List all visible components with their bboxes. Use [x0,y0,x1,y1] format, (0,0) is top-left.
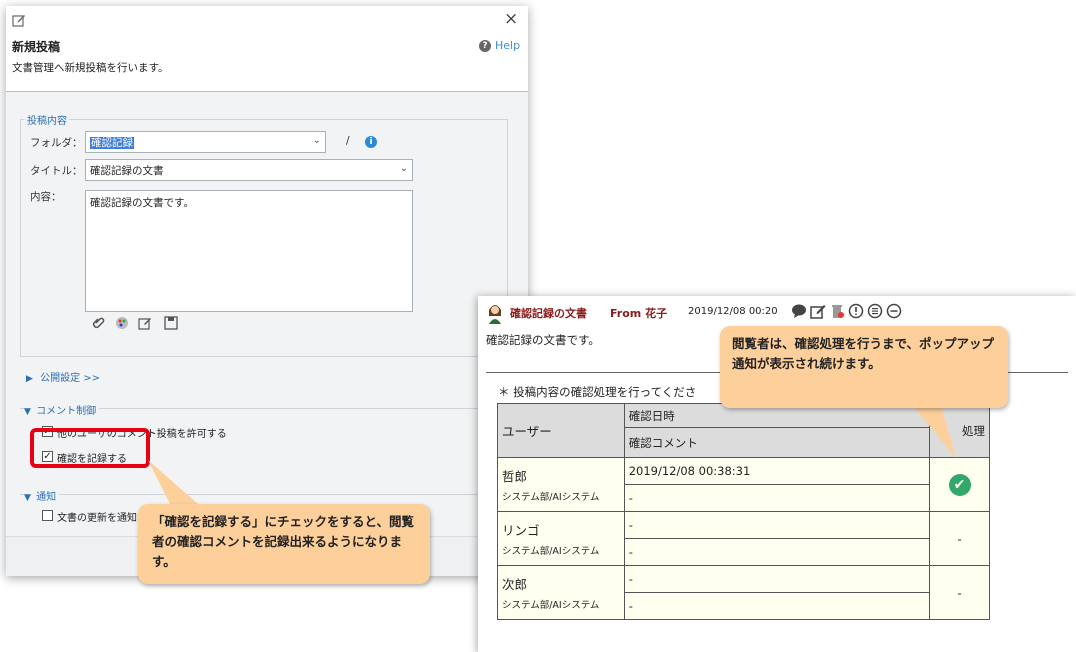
notify-checkbox[interactable] [42,510,53,521]
user-cell: 次郎 システム部/AIシステム [497,565,625,620]
user-name: リンゴ [502,523,540,538]
chevron-down-icon: ⌄ [399,163,408,174]
user-dept: システム部/AIシステム [502,492,600,503]
help-link[interactable]: ? Help [479,39,520,52]
publish-settings-link[interactable]: ▶ 公開設定 >> [26,369,100,384]
check-circle-icon[interactable]: ✔ [948,473,971,496]
chevron-down-icon: ⌄ [312,135,321,146]
callout-pointer [910,402,956,458]
comment-control-legend: コメント制御 [36,406,97,417]
panel-from: From 花子 [610,307,668,320]
left-callout: 「確認を記録する」にチェックをすると、閲覧者の確認コメントを記録出来るようになり… [138,504,430,584]
confirm-date: - [623,511,931,539]
panel-toolbar [791,303,902,319]
confirm-comment: - [623,484,931,512]
col-header-user: ユーザー [497,403,625,458]
action-cell: ✔ [929,457,990,512]
edit-icon [12,15,25,27]
user-name: 次郎 [502,577,528,592]
action-cell: - [929,511,990,566]
confirm-date: 2019/12/08 00:38:31 [623,457,931,485]
user-dept: システム部/AIシステム [502,546,600,557]
confirm-comment: - [623,538,931,566]
close-button[interactable]: × [504,10,518,28]
dialog-title: 新規投稿 [12,40,61,54]
edit-icon[interactable] [810,303,826,319]
folder-value: 確認記録 [90,137,134,149]
table-row: リンゴ システム部/AIシステム - - [497,511,990,566]
title-input[interactable]: 確認記録の文書 ⌄ [85,159,413,181]
col-header-comment: 確認コメント [623,427,931,458]
dialog-body: 投稿内容 フォルダ： 確認記録 ⌄ / i タイトル： 確認記録の文書 ⌄ 内容… [6,92,528,536]
panel-body: 確認記録の文書です。 [486,333,600,347]
publish-settings-label: 公開設定 >> [40,373,101,384]
title-label: タイトル： [30,165,83,177]
folder-label: フォルダ： [30,137,83,149]
notify-label: 文書の更新を通知す [57,513,147,524]
user-cell: リンゴ システム部/AIシステム [497,511,625,566]
highlight-annotation [30,428,150,468]
notify-toggle[interactable]: ▼ 通知 [24,488,60,503]
alert-icon[interactable] [848,303,864,319]
action-cell: - [929,565,990,620]
user-dept: システム部/AIシステム [502,600,600,611]
palette-icon[interactable] [115,316,129,330]
callout-pointer [148,460,198,504]
folder-select[interactable]: 確認記録 ⌄ [85,131,326,153]
user-name: 哲郎 [502,469,528,484]
panel-note: ＊ 投稿内容の確認処理を行ってくださ [498,385,697,399]
notify-legend: 通知 [36,492,57,503]
help-icon: ? [479,39,491,52]
right-callout: 閲覧者は、確認処理を行うまで、ポップアップ通知が表示され続けます。 [720,326,1008,408]
content-textarea[interactable]: 確認記録の文書です。 [85,190,413,312]
confirm-comment: - [623,592,931,620]
panel-date: 2019/12/08 00:20 [688,306,778,317]
save-icon[interactable] [164,316,178,330]
list-icon[interactable] [867,303,883,319]
triangle-down-icon: ▼ [24,493,31,503]
table-row: 次郎 システム部/AIシステム - - [497,565,990,620]
content-label: 内容： [30,191,62,203]
avatar [489,305,501,324]
triangle-right-icon: ▶ [26,374,33,384]
comment-control-toggle[interactable]: ▼ コメント制御 [24,402,100,417]
folder-separator: / [346,135,350,147]
post-content-legend: 投稿内容 [25,112,69,127]
new-post-dialog: × 新規投稿 ? Help 文書管理へ新規投稿を行います。 投稿内容 フォルダ：… [6,6,528,576]
help-label: Help [495,39,521,52]
panel-title: 確認記録の文書 [510,307,587,320]
edit-icon[interactable] [138,316,152,330]
title-value: 確認記録の文書 [90,165,164,177]
paperclip-icon[interactable] [92,316,106,330]
triangle-down-icon: ▼ [24,407,31,417]
minus-icon[interactable] [886,303,902,319]
dialog-description: 文書管理へ新規投稿を行います。 [12,62,169,74]
user-cell: 哲郎 システム部/AIシステム [497,457,625,512]
comment-icon[interactable] [791,303,807,319]
trash-icon[interactable] [829,303,845,319]
confirm-date: - [623,565,931,593]
info-icon[interactable]: i [365,136,377,148]
